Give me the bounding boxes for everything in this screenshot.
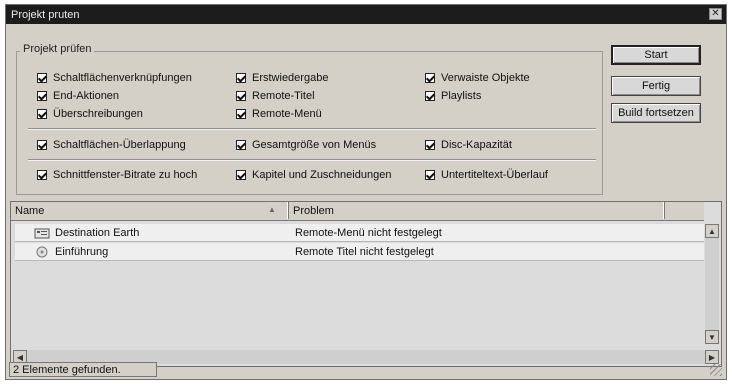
checkbox-label: Schaltflächenverknüpfungen bbox=[53, 72, 192, 84]
title-bar: Projekt pruten ✕ bbox=[6, 5, 726, 24]
group-separator bbox=[28, 128, 596, 130]
checkbox-label: Kapitel und Zuschneidungen bbox=[252, 169, 392, 181]
checkbox-box[interactable] bbox=[236, 91, 246, 101]
checkbox-label: Verwaiste Objekte bbox=[441, 72, 530, 84]
checkbox-label: Überschreibungen bbox=[53, 108, 143, 120]
checkbox-box[interactable] bbox=[236, 109, 246, 119]
column-header-problem[interactable]: Problem bbox=[289, 202, 665, 219]
checkbox-label: Schnittfenster-Bitrate zu hoch bbox=[53, 169, 198, 181]
checkbox-box[interactable] bbox=[236, 140, 246, 150]
disc-icon bbox=[36, 246, 48, 258]
checkbox-label: End-Aktionen bbox=[53, 90, 120, 102]
group-title: Projekt prüfen bbox=[20, 43, 95, 55]
checkbox-label: Remote-Titel bbox=[252, 90, 315, 102]
checkbox-label: Playlists bbox=[441, 90, 482, 102]
build-fortsetzen-button[interactable]: Build fortsetzen bbox=[611, 103, 701, 123]
checkbox-schaltflaechenverknuepfungen[interactable]: Schaltflächenverknüpfungen bbox=[37, 72, 192, 84]
column-header-name[interactable]: Name bbox=[11, 202, 289, 219]
checkbox-end-aktionen[interactable]: End-Aktionen bbox=[37, 90, 119, 102]
checkbox-box[interactable] bbox=[37, 140, 47, 150]
checkbox-box[interactable] bbox=[425, 170, 435, 180]
scroll-up-icon[interactable]: ▲ bbox=[705, 224, 719, 238]
checkbox-box[interactable] bbox=[37, 91, 47, 101]
checkbox-box[interactable] bbox=[425, 91, 435, 101]
column-header-label: Name bbox=[15, 204, 45, 217]
list-header: Name ▲ Problem bbox=[11, 202, 704, 221]
checkbox-box[interactable] bbox=[236, 170, 246, 180]
project-check-window: Projekt pruten ✕ Projekt prüfen Schaltfl… bbox=[5, 4, 727, 380]
column-header-label: Problem bbox=[293, 204, 334, 217]
checkbox-box[interactable] bbox=[37, 170, 47, 180]
checkbox-label: Erstwiedergabe bbox=[252, 72, 329, 84]
sort-ascending-icon: ▲ bbox=[268, 205, 276, 214]
checkbox-box[interactable] bbox=[236, 73, 246, 83]
fertig-button[interactable]: Fertig bbox=[611, 76, 701, 96]
row-name: Einführung bbox=[55, 246, 109, 258]
row-name: Destination Earth bbox=[55, 227, 140, 239]
checkbox-disc-kapazitaet[interactable]: Disc-Kapazität bbox=[425, 139, 512, 151]
checkbox-untertiteltext-ueberlauf[interactable]: Untertiteltext-Überlauf bbox=[425, 169, 548, 181]
row-problem: Remote-Menü nicht festgelegt bbox=[295, 227, 442, 239]
table-row[interactable]: Einführung Remote Titel nicht festgelegt bbox=[15, 243, 704, 261]
checkbox-label: Gesamtgröße von Menüs bbox=[252, 139, 377, 151]
checkbox-box[interactable] bbox=[37, 109, 47, 119]
checkbox-playlists[interactable]: Playlists bbox=[425, 90, 481, 102]
problem-list: Name ▲ Problem Destination Earth Remote-… bbox=[10, 201, 722, 367]
scroll-down-icon[interactable]: ▼ bbox=[705, 330, 719, 344]
checkbox-ueberschreibungen[interactable]: Überschreibungen bbox=[37, 108, 143, 120]
checkbox-erstwiedergabe[interactable]: Erstwiedergabe bbox=[236, 72, 328, 84]
start-button[interactable]: Start bbox=[611, 45, 701, 65]
close-icon[interactable]: ✕ bbox=[709, 8, 722, 20]
checkbox-schnittfenster-bitrate[interactable]: Schnittfenster-Bitrate zu hoch bbox=[37, 169, 197, 181]
checkbox-gesamtgroesse-menues[interactable]: Gesamtgröße von Menüs bbox=[236, 139, 376, 151]
checkbox-box[interactable] bbox=[425, 140, 435, 150]
checkbox-label: Disc-Kapazität bbox=[441, 139, 512, 151]
checkbox-verwaiste-objekte[interactable]: Verwaiste Objekte bbox=[425, 72, 530, 84]
checkbox-label: Schaltflächen-Überlappung bbox=[53, 139, 186, 151]
scroll-right-icon[interactable]: ▶ bbox=[705, 350, 719, 364]
checkbox-schaltflaechen-ueberlappung[interactable]: Schaltflächen-Überlappung bbox=[37, 139, 186, 151]
status-bar: 2 Elemente gefunden. bbox=[9, 362, 157, 377]
group-separator bbox=[28, 159, 596, 161]
checkbox-box[interactable] bbox=[37, 73, 47, 83]
checkbox-remote-menu[interactable]: Remote-Menü bbox=[236, 108, 322, 120]
checkbox-kapitel-zuschneidungen[interactable]: Kapitel und Zuschneidungen bbox=[236, 169, 391, 181]
checkbox-remote-titel[interactable]: Remote-Titel bbox=[236, 90, 315, 102]
vertical-scrollbar[interactable]: ▲ ▼ bbox=[705, 224, 719, 344]
resize-grip-icon[interactable] bbox=[710, 364, 722, 376]
menu-icon bbox=[34, 228, 50, 239]
checkbox-label: Remote-Menü bbox=[252, 108, 322, 120]
table-row[interactable]: Destination Earth Remote-Menü nicht fest… bbox=[15, 224, 704, 242]
checkbox-box[interactable] bbox=[425, 73, 435, 83]
status-text: 2 Elemente gefunden. bbox=[13, 363, 121, 376]
row-problem: Remote Titel nicht festgelegt bbox=[295, 246, 434, 258]
window-title: Projekt pruten bbox=[11, 8, 80, 21]
checkbox-label: Untertiteltext-Überlauf bbox=[441, 169, 548, 181]
